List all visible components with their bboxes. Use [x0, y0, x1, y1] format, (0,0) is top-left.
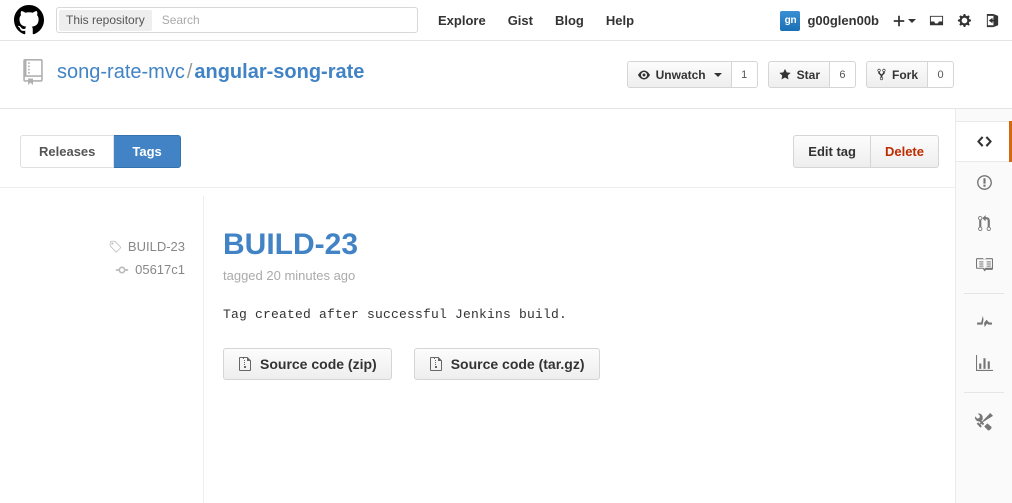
- commit-sha-label[interactable]: 05617c1: [135, 262, 185, 277]
- nav-link-gist[interactable]: Gist: [508, 13, 533, 28]
- file-zip-icon: [429, 356, 443, 372]
- search-input[interactable]: [160, 9, 415, 31]
- star-button-group: Star 6: [768, 61, 856, 88]
- tag-name-row[interactable]: BUILD-23: [0, 239, 185, 254]
- file-zip-icon: [238, 356, 252, 372]
- repository-title: song-rate-mvc/angular-song-rate: [20, 59, 364, 85]
- download-targz-button[interactable]: Source code (tar.gz): [414, 348, 600, 380]
- nav-right-group: gn g00glen00b: [780, 0, 1000, 41]
- pulse-icon: [976, 314, 993, 331]
- tag-icon: [108, 240, 122, 254]
- code-icon: [976, 133, 993, 150]
- sidebar-item-pulse[interactable]: [956, 302, 1012, 343]
- nav-link-explore[interactable]: Explore: [438, 13, 486, 28]
- sign-out-icon[interactable]: [985, 13, 1000, 28]
- watch-count: 1: [732, 61, 758, 88]
- sidebar-item-wiki[interactable]: [956, 244, 1012, 285]
- page-root: This repository Explore Gist Blog Help g…: [0, 0, 1012, 503]
- star-icon: [778, 68, 792, 81]
- section-divider: [0, 187, 955, 188]
- star-button[interactable]: Star: [768, 61, 830, 88]
- user-profile-link[interactable]: gn g00glen00b: [780, 11, 879, 31]
- download-zip-label: Source code (zip): [260, 356, 377, 372]
- release-details: BUILD-23 tagged 20 minutes ago Tag creat…: [223, 227, 923, 380]
- repo-name-link[interactable]: angular-song-rate: [194, 61, 364, 83]
- eye-icon: [637, 69, 651, 81]
- chevron-down-icon: [714, 73, 722, 77]
- tools-icon: [975, 413, 993, 431]
- book-icon: [976, 256, 993, 273]
- commit-icon: [115, 263, 129, 277]
- gear-icon[interactable]: [957, 13, 972, 28]
- sidebar-item-settings[interactable]: [956, 401, 1012, 442]
- download-targz-label: Source code (tar.gz): [451, 356, 585, 372]
- create-new-button[interactable]: [892, 14, 916, 28]
- repository-sidebar: [955, 109, 1012, 503]
- repo-breadcrumb: song-rate-mvc/angular-song-rate: [57, 60, 364, 84]
- release-date: tagged 20 minutes ago: [223, 268, 923, 283]
- unwatch-button[interactable]: Unwatch: [627, 61, 732, 88]
- delete-tag-button[interactable]: Delete: [871, 135, 939, 168]
- sidebar-item-issues[interactable]: [956, 162, 1012, 203]
- avatar: gn: [780, 11, 800, 31]
- edit-tag-button[interactable]: Edit tag: [793, 135, 871, 168]
- commit-sha-row[interactable]: 05617c1: [0, 262, 185, 277]
- tag-name-label: BUILD-23: [128, 239, 185, 254]
- repo-book-icon: [20, 59, 46, 85]
- sidebar-divider: [964, 392, 1004, 393]
- star-count: 6: [830, 61, 856, 88]
- sidebar-item-code[interactable]: [956, 121, 1012, 162]
- sidebar-item-graphs[interactable]: [956, 343, 1012, 384]
- issue-opened-icon: [976, 174, 993, 191]
- git-pull-request-icon: [977, 215, 992, 232]
- repo-owner-link[interactable]: song-rate-mvc: [57, 61, 185, 83]
- download-zip-button[interactable]: Source code (zip): [223, 348, 392, 380]
- nav-link-help[interactable]: Help: [606, 13, 634, 28]
- tab-releases[interactable]: Releases: [20, 135, 114, 168]
- fork-button[interactable]: Fork: [866, 61, 928, 88]
- main-content: Releases Tags Edit tag Delete BUILD-23 0…: [0, 109, 955, 503]
- fork-label: Fork: [892, 68, 918, 82]
- watch-button-group: Unwatch 1: [627, 61, 758, 88]
- release-title[interactable]: BUILD-23: [223, 227, 358, 263]
- sidebar-divider: [964, 293, 1004, 294]
- fork-count: 0: [928, 61, 954, 88]
- tab-tags[interactable]: Tags: [114, 135, 180, 168]
- nav-links: Explore Gist Blog Help: [438, 13, 634, 28]
- release-sidebar-meta: BUILD-23 05617c1: [0, 239, 185, 285]
- github-mark-icon[interactable]: [13, 5, 44, 36]
- fork-button-group: Fork 0: [866, 61, 954, 88]
- inbox-icon[interactable]: [929, 13, 944, 28]
- tag-edit-actions: Edit tag Delete: [793, 135, 939, 168]
- release-description: Tag created after successful Jenkins bui…: [223, 307, 923, 322]
- username-label: g00glen00b: [807, 13, 879, 28]
- repo-separator: /: [187, 61, 193, 83]
- sidebar-item-pull-requests[interactable]: [956, 203, 1012, 244]
- chevron-down-icon: [908, 19, 916, 23]
- releases-tabs: Releases Tags: [20, 135, 181, 168]
- search-box[interactable]: This repository: [56, 7, 418, 33]
- star-label: Star: [797, 68, 820, 82]
- download-buttons: Source code (zip) Source code (tar.gz): [223, 348, 923, 380]
- column-divider: [203, 196, 204, 503]
- repository-header: song-rate-mvc/angular-song-rate Unwatch …: [0, 41, 1012, 109]
- repository-actions: Unwatch 1 Star 6: [627, 61, 954, 88]
- top-navigation-bar: This repository Explore Gist Blog Help g…: [0, 0, 1012, 41]
- graph-icon: [976, 355, 993, 372]
- plus-icon: [892, 14, 906, 28]
- nav-link-blog[interactable]: Blog: [555, 13, 584, 28]
- search-scope-badge[interactable]: This repository: [59, 10, 152, 31]
- unwatch-label: Unwatch: [656, 68, 706, 82]
- fork-icon: [876, 68, 887, 81]
